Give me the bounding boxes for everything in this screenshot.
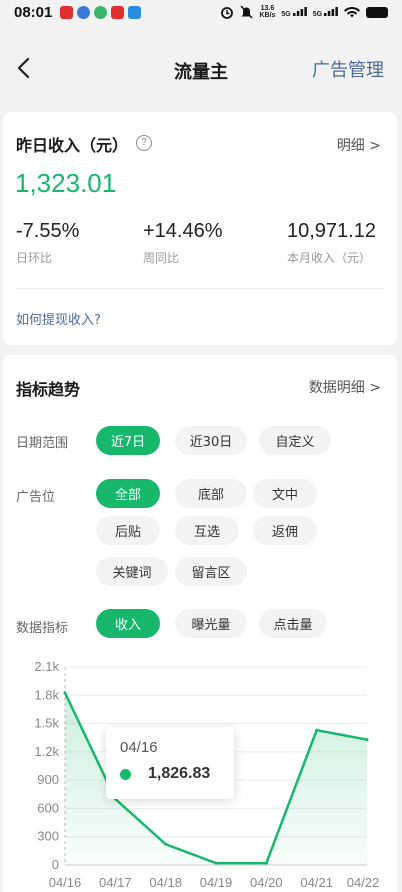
- x-tick-label: 04/21: [300, 875, 333, 890]
- alarm-icon: [221, 7, 234, 19]
- net-label-2: 5G: [312, 10, 323, 18]
- y-tick-label: 2.1k: [34, 659, 59, 674]
- tooltip-series-dot: [120, 769, 131, 780]
- y-tick-label: 1.8k: [34, 687, 59, 702]
- status-right: 13.6 KB/s 5G 5G: [220, 5, 388, 19]
- chip-slot-inline[interactable]: 文中: [253, 479, 317, 508]
- income-amount: 1,323.01: [15, 168, 117, 198]
- app-notification-icon: [60, 5, 74, 19]
- chip-date-30d[interactable]: 近30日: [175, 426, 247, 455]
- speed-unit: KB/s: [259, 12, 276, 19]
- y-tick-label: 1.2k: [34, 744, 59, 759]
- x-tick-label: 04/19: [200, 875, 233, 890]
- x-tick-label: 04/17: [99, 875, 132, 890]
- chip-slot-comments[interactable]: 留言区: [175, 557, 247, 586]
- signal-1: 5G: [281, 6, 307, 18]
- x-tick-label: 04/16: [49, 875, 82, 890]
- x-tick-label: 04/20: [250, 875, 283, 890]
- chip-metric-clicks[interactable]: 点击量: [259, 609, 327, 638]
- chip-date-7d[interactable]: 近7日: [96, 426, 160, 455]
- income-title: 昨日收入（元）: [16, 136, 129, 155]
- ad-management-link[interactable]: 广告管理: [312, 56, 384, 82]
- stat-value: 10,971.12: [287, 220, 376, 242]
- withdraw-help-link[interactable]: 如何提现收入?: [16, 309, 101, 328]
- chip-metric-impressions[interactable]: 曝光量: [175, 609, 247, 638]
- data-point: [315, 728, 319, 732]
- stat-day-over-day: -7.55% 日环比: [16, 220, 79, 266]
- y-tick-label: 900: [37, 772, 59, 787]
- stat-label: 本月收入（元）: [287, 251, 372, 265]
- network-speed: 13.6 KB/s: [259, 5, 275, 19]
- data-point: [365, 738, 369, 742]
- chip-date-custom[interactable]: 自定义: [259, 426, 331, 455]
- stat-week-over-week: +14.46% 周同比: [143, 220, 223, 266]
- divider: [16, 288, 384, 289]
- data-point: [214, 861, 218, 865]
- app-notification-icon: [77, 5, 91, 19]
- chevron-left-icon[interactable]: [14, 56, 36, 80]
- battery-icon: [366, 6, 388, 18]
- app-notification-icon: [128, 5, 142, 19]
- mute-icon: [240, 5, 254, 19]
- data-point: [264, 861, 268, 865]
- chip-slot-mutual[interactable]: 互选: [175, 516, 239, 545]
- stat-value: +14.46%: [143, 220, 223, 242]
- x-tick-label: 04/18: [149, 875, 182, 890]
- tooltip-value: 1,826.83: [148, 765, 211, 782]
- y-tick-label: 1.5k: [34, 716, 59, 731]
- ad-slot-label: 广告位: [16, 490, 56, 505]
- data-detail-link[interactable]: 数据明细 >: [309, 377, 381, 397]
- trend-card: 指标趋势 数据明细 > 日期范围 近7日 近30日 自定义 广告位 全部 底部 …: [3, 355, 397, 892]
- signal-icon: [324, 6, 338, 16]
- question-mark-icon[interactable]: ?: [136, 135, 152, 151]
- status-time: 08:01: [14, 3, 53, 21]
- income-detail-link[interactable]: 明细 >: [337, 135, 381, 155]
- income-card: 昨日收入（元） ? 明细 > 1,323.01 -7.55% 日环比 +14.4…: [3, 112, 397, 345]
- status-bar: 08:01 13.6 KB/s 5G 5G: [0, 0, 402, 24]
- top-nav: 流量主 广告管理: [0, 44, 402, 94]
- metric-label: 数据指标: [16, 621, 69, 636]
- notification-icons: [60, 5, 142, 19]
- app-notification-icon: [94, 5, 108, 19]
- chip-slot-bottom[interactable]: 底部: [175, 479, 247, 508]
- stat-value: -7.55%: [16, 220, 80, 242]
- stat-label: 日环比: [16, 251, 53, 265]
- stat-label: 周同比: [143, 251, 180, 265]
- signal-icon: [292, 6, 307, 16]
- y-tick-label: 300: [37, 829, 59, 844]
- data-point: [63, 691, 67, 695]
- trend-title: 指标趋势: [16, 380, 81, 399]
- app-notification-icon: [111, 5, 125, 19]
- y-tick-label: 600: [37, 800, 59, 815]
- net-label-1: 5G: [281, 10, 291, 18]
- chart-tooltip: 04/16 1,826.83: [106, 727, 234, 799]
- wifi-icon: [344, 6, 360, 18]
- date-range-label: 日期范围: [16, 436, 69, 451]
- y-tick-label: 0: [52, 857, 59, 872]
- chip-metric-income[interactable]: 收入: [96, 609, 160, 638]
- stat-month-income: 10,971.12 本月收入（元）: [287, 220, 376, 266]
- chip-slot-all[interactable]: 全部: [96, 479, 160, 508]
- speed-value: 13.6: [260, 5, 275, 12]
- signal-2: 5G: [312, 6, 338, 18]
- x-tick-label: 04/22: [347, 875, 380, 890]
- chip-slot-rebate[interactable]: 返佣: [253, 516, 317, 545]
- data-point: [164, 842, 168, 846]
- chip-slot-post[interactable]: 后贴: [96, 516, 160, 545]
- chip-slot-keyword[interactable]: 关键词: [96, 557, 168, 586]
- tooltip-date: 04/16: [120, 739, 158, 756]
